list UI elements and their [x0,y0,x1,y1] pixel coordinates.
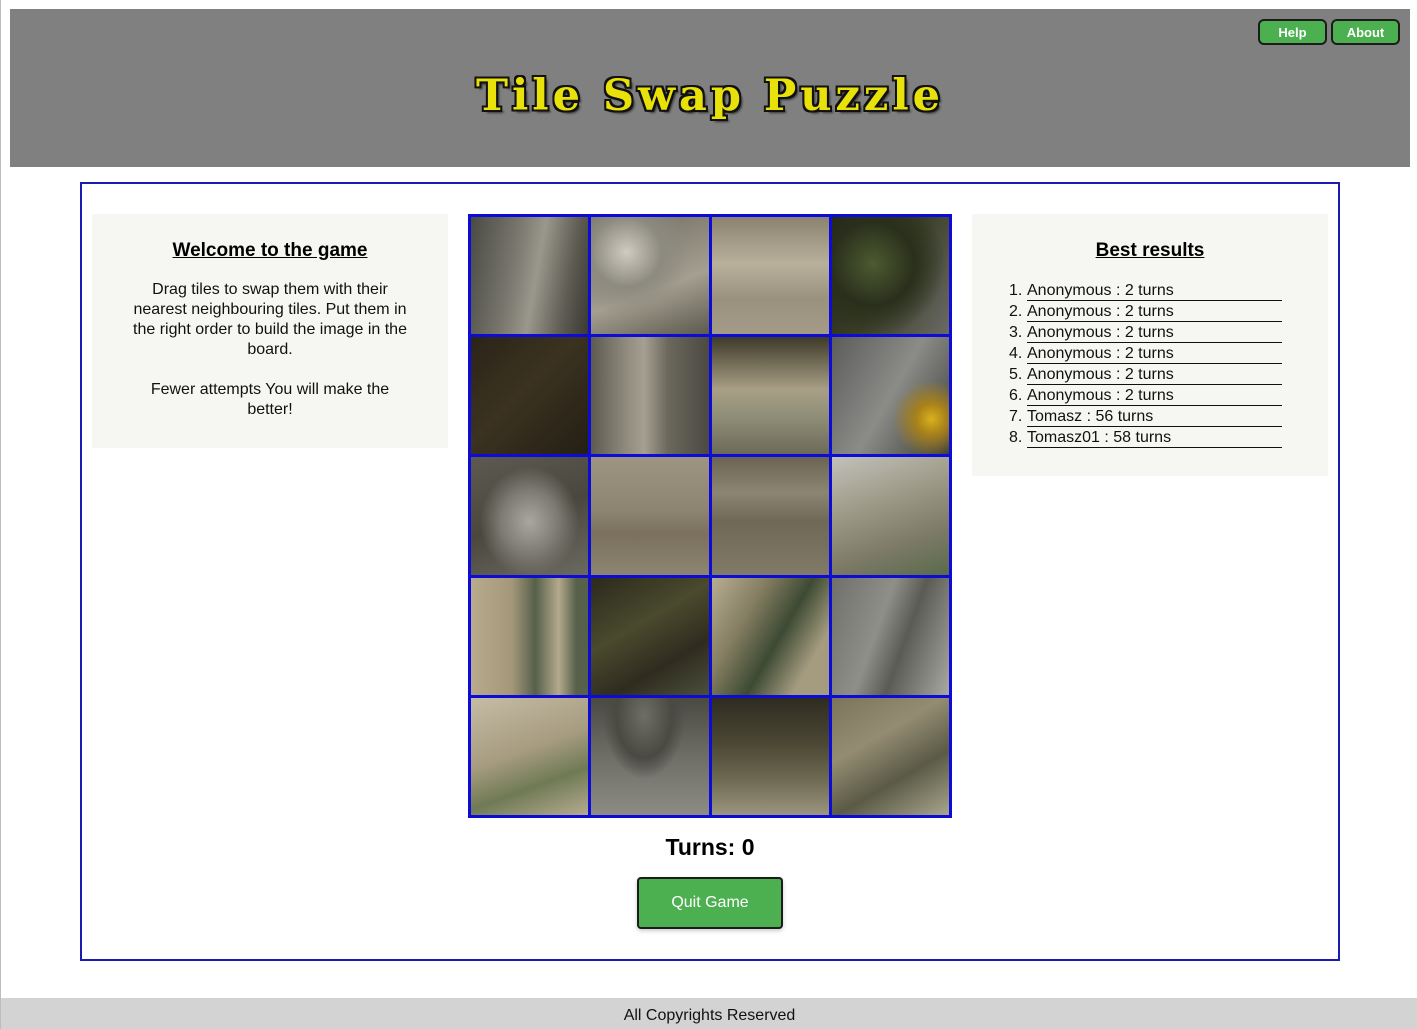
quit-game-button[interactable]: Quit Game [637,877,783,929]
puzzle-tile-dark-foliage[interactable] [471,337,589,455]
best-results-heading: Best results [1095,240,1205,261]
welcome-panel: Welcome to the game Drag tiles to swap t… [92,214,448,448]
puzzle-tile-building-statue[interactable] [831,697,949,815]
puzzle-tile-hat-torso[interactable] [591,697,709,815]
puzzle-tile-face-hat[interactable] [471,457,589,575]
puzzle-tile-stone-ledge[interactable] [711,457,829,575]
puzzle-tile-hand-pipe[interactable] [591,217,709,335]
best-results-panel: Best results Anonymous : 2 turns Anonymou… [972,214,1328,476]
welcome-instructions: Drag tiles to swap them with their neare… [133,281,407,358]
result-entry: Anonymous : 2 turns [1009,301,1282,322]
puzzle-tile-street-people[interactable] [711,217,829,335]
result-entry: Tomasz01 : 58 turns [1009,427,1282,448]
welcome-tip: Fewer attempts You will make the better! [150,381,390,418]
result-entry: Tomasz : 56 turns [1009,406,1282,427]
puzzle-tile-building-sky[interactable] [831,457,949,575]
result-entry: Anonymous : 2 turns [1009,280,1282,301]
puzzle-tile-building-green[interactable] [711,577,829,695]
puzzle-tile-coat-arm[interactable] [831,577,949,695]
result-entry: Anonymous : 2 turns [1009,343,1282,364]
footer: All Copyrights Reserved [1,998,1417,1029]
puzzle-tile-pipe-cane[interactable] [591,337,709,455]
about-button[interactable]: About [1331,19,1400,45]
best-results-list: Anonymous : 2 turns Anonymous : 2 turns An… [972,280,1328,448]
puzzle-tile-dark-trees[interactable] [831,217,949,335]
header: Help About Tile Swap Puzzle [10,9,1410,167]
result-entry: Anonymous : 2 turns [1009,385,1282,406]
game-frame: Welcome to the game Drag tiles to swap t… [80,182,1340,961]
puzzle-tile-building-windows[interactable] [471,577,589,695]
puzzle-tile-stone-wall[interactable] [591,457,709,575]
turns-counter: Turns: 0 [665,834,755,860]
result-entry: Anonymous : 2 turns [1009,322,1282,343]
puzzle-tile-trees-dark[interactable] [591,577,709,695]
page-title: Tile Swap Puzzle [475,71,945,121]
puzzle-tile-street-dark[interactable] [711,697,829,815]
puzzle-tile-gray-arm[interactable] [471,217,589,335]
result-entry: Anonymous : 2 turns [1009,364,1282,385]
help-button[interactable]: Help [1258,19,1327,45]
puzzle-tile-shoulder-yellow[interactable] [831,337,949,455]
welcome-text: Drag tiles to swap them with their neare… [128,280,412,420]
puzzle-tile-building-window[interactable] [711,337,829,455]
puzzle-tile-building-light[interactable] [471,697,589,815]
welcome-heading: Welcome to the game [172,240,368,261]
puzzle-board [468,214,952,818]
